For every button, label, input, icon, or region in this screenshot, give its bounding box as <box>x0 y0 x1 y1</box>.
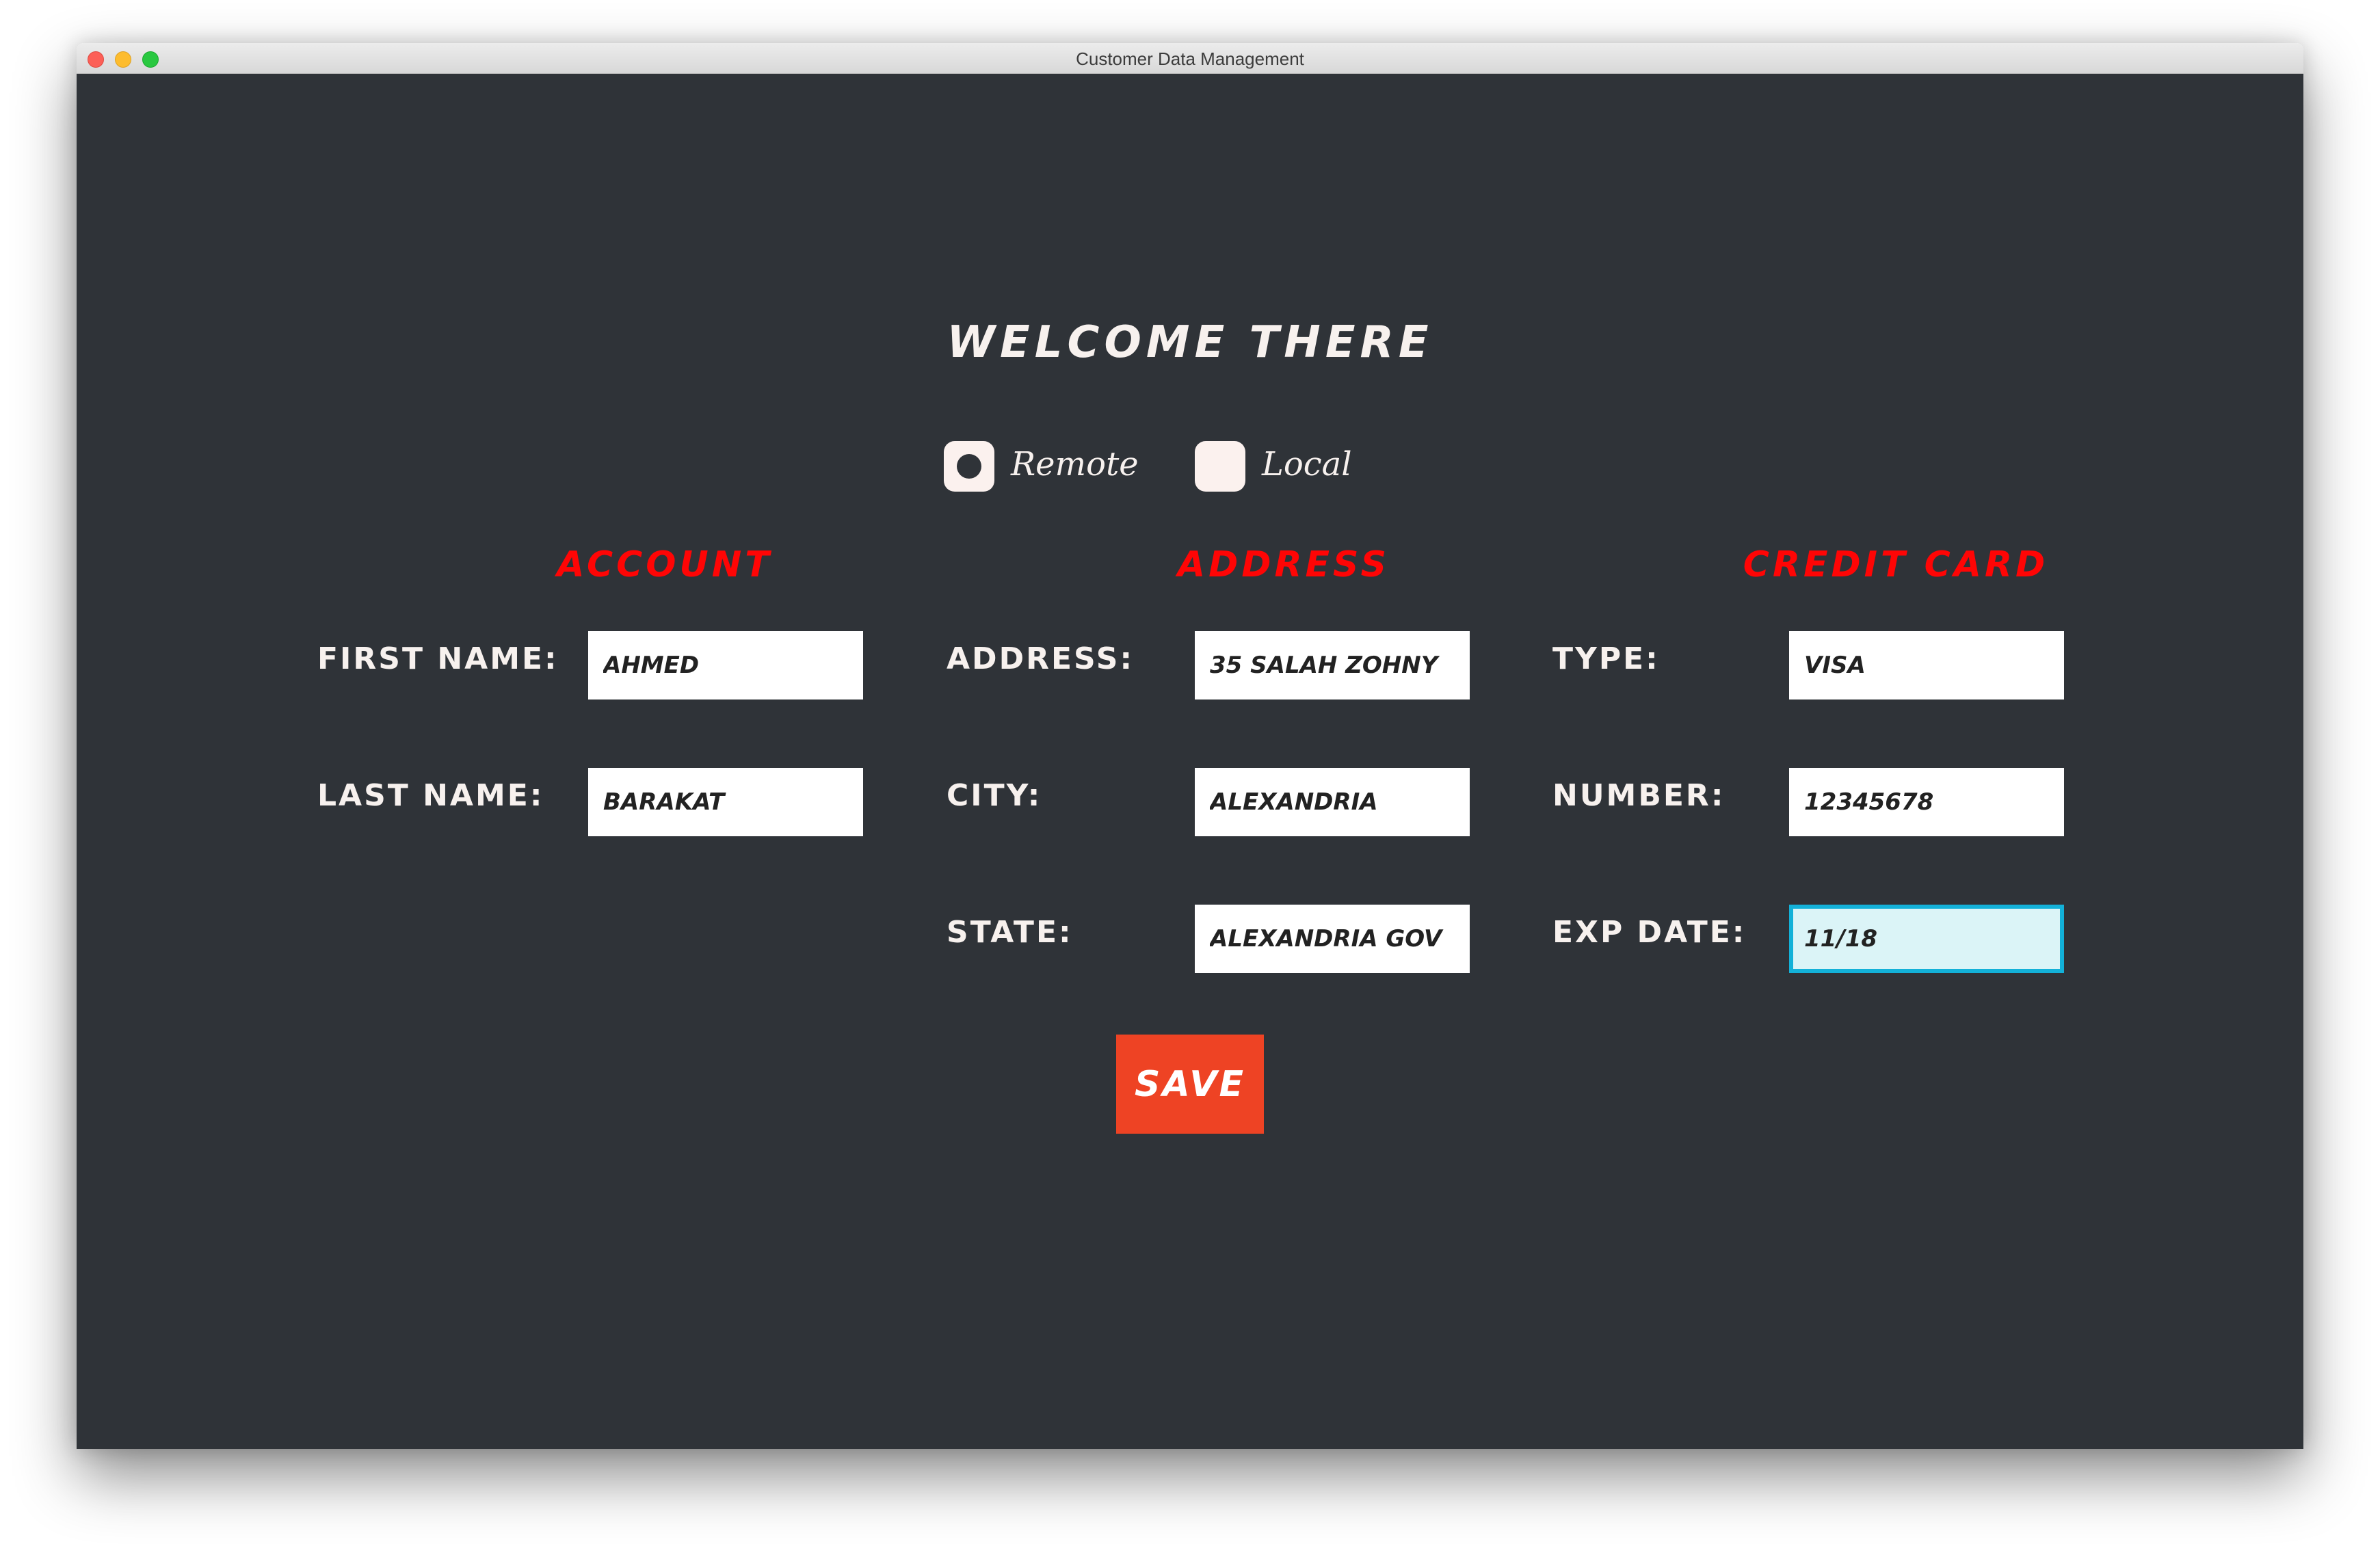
radio-selected-dot <box>957 454 981 479</box>
last-name-input[interactable] <box>588 768 863 836</box>
account-section-title: ACCOUNT <box>557 544 773 585</box>
welcome-heading: WELCOME THERE <box>947 317 1433 368</box>
title-bar[interactable]: Customer Data Management <box>77 43 2303 74</box>
app-window: Customer Data Management WELCOME THERE R… <box>77 43 2303 1449</box>
card-number-input[interactable] <box>1789 768 2064 836</box>
radio-remote[interactable] <box>944 441 994 492</box>
radio-local[interactable] <box>1195 441 1245 492</box>
state-input[interactable] <box>1195 905 1470 973</box>
address-label: ADDRESS: <box>947 641 1135 676</box>
last-name-label: LAST NAME: <box>317 778 544 813</box>
address-input[interactable] <box>1195 631 1470 699</box>
save-button[interactable]: SAVE <box>1116 1035 1264 1134</box>
card-type-input[interactable] <box>1789 631 2064 699</box>
radio-local-label[interactable]: Local <box>1262 445 1352 483</box>
card-number-label: NUMBER: <box>1552 778 1726 813</box>
main-content: WELCOME THERE Remote Local ACCOUNT ADDRE… <box>77 74 2303 1449</box>
city-label: CITY: <box>947 778 1042 813</box>
exp-date-label: EXP DATE: <box>1552 915 1747 950</box>
first-name-label: FIRST NAME: <box>317 641 559 676</box>
credit-card-section-title: CREDIT CARD <box>1743 544 2049 585</box>
first-name-input[interactable] <box>588 631 863 699</box>
card-type-label: TYPE: <box>1552 641 1660 676</box>
state-label: STATE: <box>947 915 1073 950</box>
window-title: Customer Data Management <box>1076 49 1304 69</box>
radio-remote-label[interactable]: Remote <box>1011 445 1139 483</box>
address-section-title: ADDRESS <box>1177 544 1390 585</box>
exp-date-input[interactable] <box>1789 905 2064 973</box>
city-input[interactable] <box>1195 768 1470 836</box>
